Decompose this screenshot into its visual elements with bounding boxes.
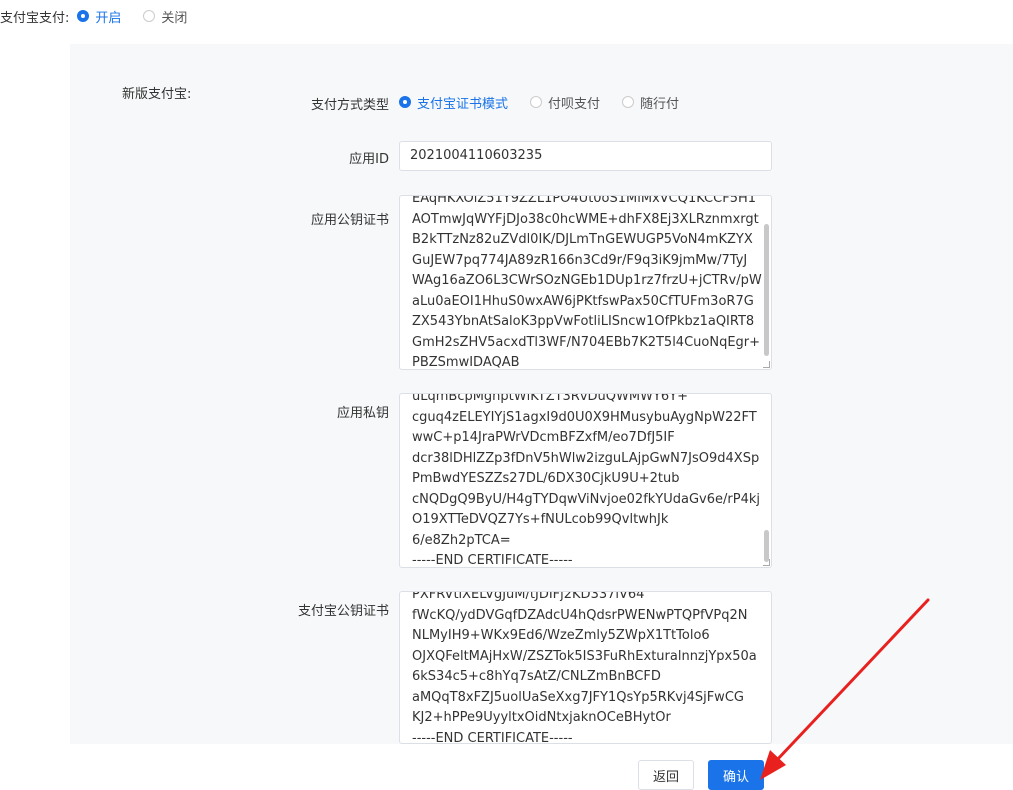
radio-checked-icon <box>399 96 411 108</box>
resize-handle-icon[interactable] <box>763 559 770 566</box>
pay-type-options: 支付宝证书模式 付呗支付 随行付 <box>399 92 701 112</box>
radio-suixingfu[interactable]: 随行付 <box>622 93 679 112</box>
app-id-input[interactable]: 2021004110603235 <box>399 141 772 171</box>
alipay-public-cert-textarea[interactable]: PXFRVtlXELVgJuM/tJDIFj2KD337lV64 fWcKQ/y… <box>399 591 772 744</box>
radio-fubei-pay[interactable]: 付呗支付 <box>530 93 600 112</box>
app-id-label: 应用ID <box>349 152 389 167</box>
radio-cert-mode-label: 支付宝证书模式 <box>417 96 509 112</box>
radio-enable[interactable]: 开启 <box>77 7 121 26</box>
pay-type-label: 支付方式类型 <box>310 98 389 113</box>
radio-disable-label: 关闭 <box>161 10 188 26</box>
radio-enable-label: 开启 <box>95 10 122 26</box>
scrollbar[interactable] <box>764 224 769 356</box>
app-public-cert-label: 应用公钥证书 <box>310 213 389 228</box>
app-private-key-label: 应用私钥 <box>336 406 389 421</box>
radio-suixingfu-label: 随行付 <box>640 96 680 112</box>
resize-handle-icon[interactable] <box>763 361 770 368</box>
radio-unchecked-icon <box>622 96 635 108</box>
radio-unchecked-icon <box>143 10 156 22</box>
radio-disable[interactable]: 关闭 <box>143 7 187 26</box>
app-public-cert-textarea[interactable]: EAqHKXOlZ51Y9ZZL1PO4Ut0oS1MlMxVCQ1KCCF5H… <box>399 195 772 370</box>
alipay-toggle-label: 支付宝支付: <box>0 10 70 26</box>
radio-cert-mode[interactable]: 支付宝证书模式 <box>399 93 508 112</box>
back-button[interactable]: 返回 <box>638 760 694 790</box>
radio-checked-icon <box>77 10 90 22</box>
radio-unchecked-icon <box>530 96 543 108</box>
radio-fubei-pay-label: 付呗支付 <box>548 96 601 112</box>
scrollbar[interactable] <box>764 530 769 562</box>
app-private-key-textarea[interactable]: uLqmBcpMghptWlKTZT3RvDuQWMWY6Y+ cguq4zEL… <box>399 393 772 568</box>
confirm-button[interactable]: 确认 <box>708 760 764 790</box>
section-title: 新版支付宝: <box>122 87 192 102</box>
alipay-toggle-row: 支付宝支付: 开启 关闭 <box>0 6 209 26</box>
alipay-public-cert-label: 支付宝公钥证书 <box>297 604 389 619</box>
app-private-key-text: uLqmBcpMghptWlKTZT3RvDuQWMWY6Y+ cguq4zEL… <box>412 393 760 568</box>
alipay-public-cert-text: PXFRVtlXELVgJuM/tJDIFj2KD337lV64 fWcKQ/y… <box>412 591 757 744</box>
app-public-cert-text: EAqHKXOlZ51Y9ZZL1PO4Ut0oS1MlMxVCQ1KCCF5H… <box>412 195 762 370</box>
